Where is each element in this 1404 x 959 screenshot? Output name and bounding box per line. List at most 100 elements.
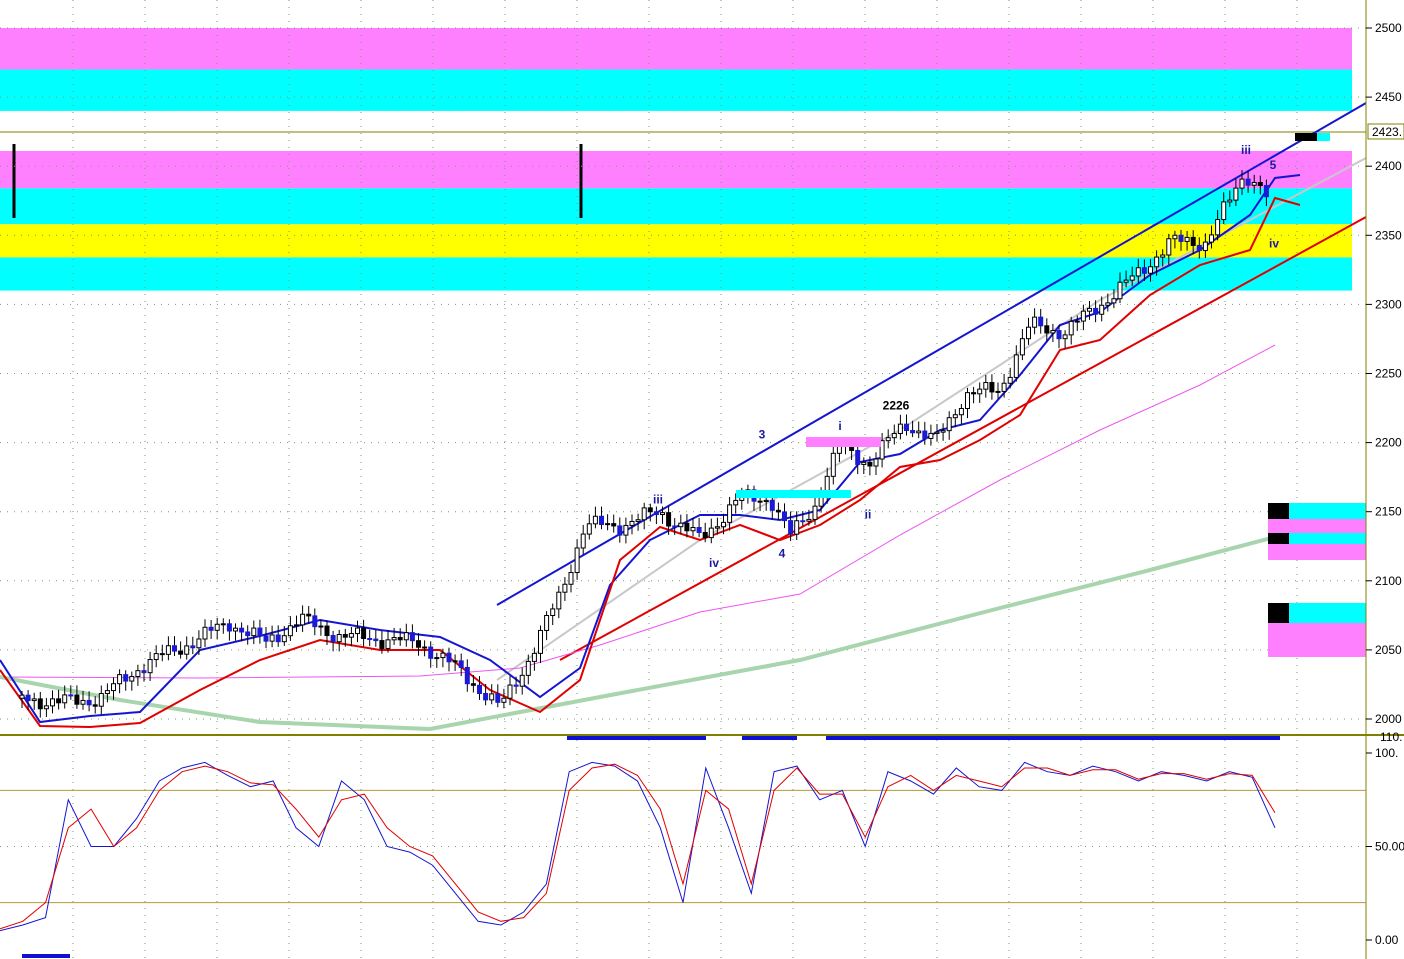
candle-body xyxy=(31,698,37,702)
candle-body xyxy=(977,388,983,395)
candle-body xyxy=(62,694,68,704)
candle-body xyxy=(1105,302,1111,306)
candle-body xyxy=(269,634,275,642)
candle-body xyxy=(355,627,360,635)
candle-body xyxy=(147,659,153,674)
candle-body xyxy=(775,509,781,513)
candle-body xyxy=(989,382,995,393)
candle-body xyxy=(1111,298,1117,304)
candle-body xyxy=(568,572,574,585)
candle-body xyxy=(202,626,208,640)
price-chart[interactable]: iiiiv34iii2226iii5iv 2500245024002350230… xyxy=(0,0,1404,959)
price-panel: iiiiv34iii2226iii5iv xyxy=(0,0,1367,958)
candle-body xyxy=(159,653,165,656)
signal-bar xyxy=(567,736,706,740)
candle-body xyxy=(1154,256,1160,268)
candle-body xyxy=(129,676,135,682)
candle-body xyxy=(489,693,495,701)
candle-body xyxy=(995,390,1001,393)
candle-body xyxy=(1093,307,1099,315)
candle-body xyxy=(635,519,641,522)
wave-label: iii xyxy=(653,492,663,506)
candle-body xyxy=(1135,267,1141,277)
wave-label: ii xyxy=(865,508,872,522)
candle-body xyxy=(1239,178,1245,189)
candle-body xyxy=(123,674,129,682)
candle-body xyxy=(910,429,916,434)
price-zone-magenta xyxy=(0,150,1352,189)
candle-body xyxy=(983,382,989,390)
wave-label: iii xyxy=(1241,143,1251,157)
candle-body xyxy=(428,646,434,659)
candle-body xyxy=(263,635,269,642)
candle-body xyxy=(788,520,794,535)
candle-body xyxy=(172,645,177,652)
candle-body xyxy=(342,634,348,638)
candle-body xyxy=(623,524,629,536)
candle-body xyxy=(1227,199,1233,203)
candle-body xyxy=(1233,187,1239,201)
candle-body xyxy=(1251,182,1257,186)
candle-body xyxy=(641,507,647,521)
candle-body xyxy=(287,625,293,637)
candle-body xyxy=(470,683,476,686)
candle-body xyxy=(1178,234,1184,242)
candle-body xyxy=(580,533,586,549)
candle-body xyxy=(928,432,934,439)
candle-body xyxy=(19,694,25,699)
zone-box xyxy=(1295,133,1317,141)
candle-body xyxy=(599,515,604,526)
y-tick-label: 2250 xyxy=(1375,367,1402,381)
stoch-tick-label: 50.00 xyxy=(1375,840,1404,854)
candle-body xyxy=(611,523,617,527)
candle-body xyxy=(1068,320,1074,336)
candle-body xyxy=(208,626,214,631)
candle-body xyxy=(946,417,952,432)
candle-body xyxy=(226,623,232,632)
candle-body xyxy=(1141,267,1147,274)
candle-body xyxy=(1050,330,1056,334)
candle-body xyxy=(678,522,684,528)
candle-body xyxy=(763,499,769,502)
candle-body xyxy=(117,674,123,685)
wave-label: iv xyxy=(1269,237,1279,251)
wave-label: 5 xyxy=(1270,158,1277,172)
zone-box xyxy=(806,437,881,447)
candle-body xyxy=(1019,338,1025,356)
y-tick-label: 2350 xyxy=(1375,228,1402,242)
current-price-label: 2423. xyxy=(1372,125,1402,139)
candle-body xyxy=(794,520,800,535)
candle-body xyxy=(574,547,580,574)
candle-body xyxy=(43,705,49,710)
candle-body xyxy=(239,627,245,633)
y-tick-label: 2200 xyxy=(1375,436,1402,450)
wave-label: i xyxy=(838,419,841,433)
candle-body xyxy=(1007,376,1013,384)
candle-body xyxy=(446,652,452,663)
zone-box xyxy=(1268,503,1289,519)
candle-body xyxy=(1196,244,1202,252)
candle-body xyxy=(885,437,891,442)
zone-box xyxy=(1268,519,1366,533)
candle-body xyxy=(495,693,501,703)
candle-body xyxy=(965,392,970,410)
stoch-tick-label: 100. xyxy=(1375,746,1398,760)
candle-body xyxy=(409,632,415,642)
candle-body xyxy=(1080,310,1086,322)
candle-body xyxy=(422,646,428,649)
candle-body xyxy=(1123,279,1129,283)
signal-bar xyxy=(22,954,70,958)
candle-body xyxy=(300,613,306,626)
stochastic-grid xyxy=(0,740,1366,959)
candle-body xyxy=(952,414,958,419)
candle-body xyxy=(702,531,708,539)
candle-body xyxy=(1172,234,1178,240)
candle-body xyxy=(245,631,251,637)
candle-body xyxy=(397,637,403,641)
candle-body xyxy=(275,634,281,643)
candle-body xyxy=(544,615,550,631)
candle-body xyxy=(104,690,110,695)
candle-body xyxy=(617,525,623,536)
candle-body xyxy=(562,583,568,593)
candle-body xyxy=(1032,316,1038,328)
